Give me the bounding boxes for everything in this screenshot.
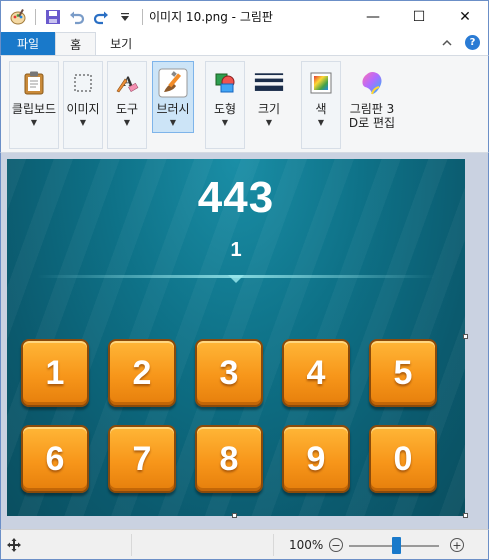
- collapse-ribbon-icon[interactable]: [439, 35, 455, 51]
- tab-file[interactable]: 파일: [1, 32, 56, 55]
- ribbon-group-label: 이미지: [66, 102, 100, 116]
- tools-icon: A: [112, 68, 142, 98]
- customize-quick-access-icon[interactable]: [116, 8, 134, 26]
- chevron-down-icon: ▼: [317, 118, 325, 127]
- ribbon: 클립보드 ▼ 이미지 ▼ A 도구 ▼ 브러시 ▼ 도형 ▼ 크기 ▼ 색 ▼ …: [0, 55, 489, 153]
- chevron-down-icon: ▼: [169, 118, 177, 127]
- key-6: 6: [21, 425, 89, 493]
- window-controls: — ☐ ✕: [350, 1, 488, 33]
- close-button[interactable]: ✕: [442, 1, 488, 33]
- resize-handle-right[interactable]: [463, 334, 468, 339]
- key-7: 7: [108, 425, 176, 493]
- color-icon: [306, 68, 336, 98]
- key-9: 9: [282, 425, 350, 493]
- ribbon-group-label: 도형: [213, 102, 237, 116]
- quick-access-toolbar: [1, 1, 145, 33]
- ribbon-label-line: D로 편집: [348, 116, 396, 130]
- ribbon-group-label: 그림판 3 D로 편집: [349, 102, 395, 130]
- ribbon-group-clipboard[interactable]: 클립보드 ▼: [9, 61, 59, 149]
- save-icon[interactable]: [44, 8, 62, 26]
- image-canvas[interactable]: 443 1 1 2 3 4 5 6 7 8 9 0: [7, 159, 465, 516]
- chevron-down-icon: ▼: [30, 118, 38, 127]
- separator: [142, 8, 143, 25]
- ribbon-group-label: 브러시: [156, 102, 190, 116]
- separator: [131, 534, 132, 556]
- canvas-workspace: 443 1 1 2 3 4 5 6 7 8 9 0: [0, 153, 489, 529]
- help-icon[interactable]: ?: [465, 35, 480, 50]
- key-5: 5: [369, 339, 437, 407]
- tab-home[interactable]: 홈: [55, 32, 97, 55]
- ribbon-group-size[interactable]: 크기 ▼: [249, 61, 289, 149]
- clipboard-icon: [19, 68, 49, 98]
- ribbon-label-line: 그림판 3: [349, 102, 395, 116]
- size-icon: [254, 68, 284, 98]
- undo-icon[interactable]: [68, 8, 86, 26]
- ribbon-group-colors[interactable]: 색 ▼: [301, 61, 341, 149]
- paint3d-icon: [357, 68, 387, 98]
- zoom-slider-thumb[interactable]: [391, 537, 401, 554]
- status-bar: 100% − +: [0, 529, 489, 560]
- chevron-down-icon: ▼: [79, 118, 87, 127]
- select-icon: [68, 68, 98, 98]
- key-8: 8: [195, 425, 263, 493]
- key-4: 4: [282, 339, 350, 407]
- key-0: 0: [369, 425, 437, 493]
- chevron-down-icon: ▼: [265, 118, 273, 127]
- brush-icon: [158, 68, 188, 98]
- separator: [273, 534, 274, 556]
- key-3: 3: [195, 339, 263, 407]
- title-bar: 이미지 10.png - 그림판 — ☐ ✕: [0, 0, 489, 32]
- ribbon-group-image[interactable]: 이미지 ▼: [63, 61, 103, 149]
- maximize-button[interactable]: ☐: [396, 1, 442, 33]
- chevron-down-icon: ▼: [123, 118, 131, 127]
- resize-handle-corner[interactable]: [463, 513, 468, 518]
- separator: [35, 8, 36, 25]
- ribbon-group-tools[interactable]: A 도구 ▼: [107, 61, 147, 149]
- divider-notch: [228, 275, 244, 283]
- ribbon-group-label: 도구: [115, 102, 139, 116]
- ribbon-group-label: 클립보드: [11, 102, 57, 116]
- edit-with-paint3d-button[interactable]: 그림판 3 D로 편집: [345, 61, 399, 149]
- key-1: 1: [21, 339, 89, 407]
- tab-view[interactable]: 보기: [96, 32, 146, 55]
- game-subscore: 1: [230, 239, 242, 261]
- ribbon-right-controls: ?: [439, 35, 480, 51]
- chevron-down-icon: ▼: [221, 118, 229, 127]
- zoom-in-button[interactable]: +: [450, 538, 464, 552]
- ribbon-group-brushes[interactable]: 브러시 ▼: [152, 61, 194, 149]
- shapes-icon: [210, 68, 240, 98]
- minimize-button[interactable]: —: [350, 1, 396, 33]
- zoom-level: 100%: [289, 538, 324, 552]
- zoom-out-button[interactable]: −: [329, 538, 343, 552]
- window-title: 이미지 10.png - 그림판: [149, 10, 273, 24]
- ribbon-group-shapes[interactable]: 도형 ▼: [205, 61, 245, 149]
- redo-icon[interactable]: [92, 8, 110, 26]
- ribbon-group-label: 색: [315, 102, 327, 116]
- key-2: 2: [108, 339, 176, 407]
- ribbon-tabs: 파일 홈 보기 ?: [0, 32, 489, 55]
- paint-app-icon[interactable]: [9, 8, 27, 26]
- move-cursor-icon: [7, 538, 21, 552]
- resize-handle-bottom[interactable]: [232, 513, 237, 518]
- ribbon-group-label: 크기: [257, 102, 281, 116]
- game-score: 443: [197, 173, 275, 222]
